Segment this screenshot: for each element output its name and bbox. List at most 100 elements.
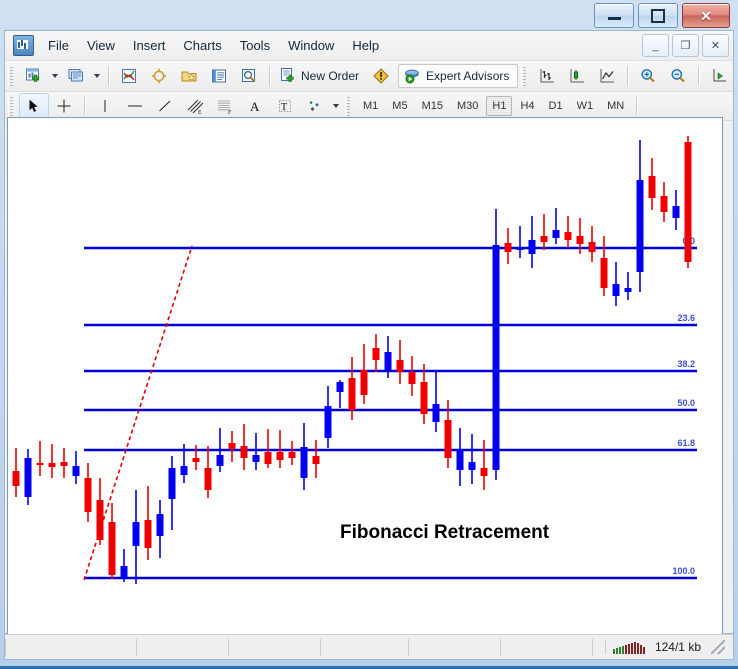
candle-body[interactable] xyxy=(144,520,152,548)
candle-body[interactable] xyxy=(468,462,476,470)
candle-body[interactable] xyxy=(672,206,680,218)
candle-body[interactable] xyxy=(192,458,200,462)
menu-item-window[interactable]: Window xyxy=(279,35,343,56)
toolbar-grip[interactable] xyxy=(521,66,529,86)
candle-body[interactable] xyxy=(648,176,656,198)
shapes-tool[interactable] xyxy=(300,93,330,119)
equidistant-channel-tool[interactable]: E xyxy=(180,93,210,119)
candle-body[interactable] xyxy=(180,466,188,475)
candle-body[interactable] xyxy=(108,522,116,575)
candle-body[interactable] xyxy=(564,232,572,240)
candle-body[interactable] xyxy=(504,243,512,252)
candle-body[interactable] xyxy=(216,455,224,466)
timeframe-mn[interactable]: MN xyxy=(601,96,630,116)
navigator-button[interactable] xyxy=(144,63,174,89)
candle-body[interactable] xyxy=(360,370,368,395)
market-watch-button[interactable] xyxy=(114,63,144,89)
crosshair-tool[interactable] xyxy=(49,93,79,119)
horizontal-line-tool[interactable] xyxy=(120,93,150,119)
candle-body[interactable] xyxy=(588,242,596,252)
candle-body[interactable] xyxy=(528,240,536,254)
candle-body[interactable] xyxy=(396,360,404,372)
candle-body[interactable] xyxy=(384,352,392,370)
menu-item-charts[interactable]: Charts xyxy=(174,35,230,56)
candle-body[interactable] xyxy=(492,245,500,470)
candle-body[interactable] xyxy=(684,142,692,262)
candle-body[interactable] xyxy=(600,258,608,288)
candle-body[interactable] xyxy=(540,236,548,242)
timeframe-m1[interactable]: M1 xyxy=(357,96,384,116)
mdi-restore-button[interactable]: ❐ xyxy=(672,34,699,57)
candle-body[interactable] xyxy=(12,471,20,486)
candle-body[interactable] xyxy=(312,456,320,464)
timeframe-m30[interactable]: M30 xyxy=(451,96,484,116)
candle-body[interactable] xyxy=(456,450,464,470)
candle-body[interactable] xyxy=(240,446,248,458)
candle-body[interactable] xyxy=(132,522,140,546)
candle-body[interactable] xyxy=(60,462,68,466)
text-label-tool[interactable]: T xyxy=(270,93,300,119)
candle-body[interactable] xyxy=(372,348,380,360)
menu-item-view[interactable]: View xyxy=(78,35,124,56)
text-tool[interactable]: A xyxy=(240,93,270,119)
cursor-tool[interactable] xyxy=(19,93,49,119)
zoom-out-button[interactable] xyxy=(663,63,693,89)
profiles-button[interactable] xyxy=(61,63,91,89)
candle-body[interactable] xyxy=(408,372,416,384)
candle-body[interactable] xyxy=(636,180,644,272)
trendline-tool[interactable] xyxy=(150,93,180,119)
timeframe-w1[interactable]: W1 xyxy=(571,96,600,116)
candle-body[interactable] xyxy=(612,284,620,296)
candle-body[interactable] xyxy=(420,382,428,414)
candle-body[interactable] xyxy=(336,382,344,392)
candle-body[interactable] xyxy=(120,566,128,578)
fibonacci-retracement-tool[interactable]: F xyxy=(210,93,240,119)
candle-body[interactable] xyxy=(84,478,92,512)
window-close-button[interactable]: ✕ xyxy=(682,3,730,28)
candle-body[interactable] xyxy=(288,452,296,458)
toolbar-grip[interactable] xyxy=(8,66,15,86)
resize-grip-icon[interactable] xyxy=(711,640,725,654)
auto-scroll-button[interactable] xyxy=(704,63,734,89)
timeframe-m15[interactable]: M15 xyxy=(416,96,449,116)
expert-advisors-button[interactable]: Expert Advisors xyxy=(398,64,519,88)
price-chart[interactable]: 0.023.638.250.061.8100.0Fibonacci Retrac… xyxy=(8,118,722,634)
bar-chart-button[interactable] xyxy=(532,63,562,89)
candle-body[interactable] xyxy=(432,404,440,422)
candle-body[interactable] xyxy=(36,463,44,465)
candle-body[interactable] xyxy=(300,447,308,478)
profiles-dropdown-caret[interactable] xyxy=(94,74,100,78)
candle-body[interactable] xyxy=(72,466,80,476)
candle-body[interactable] xyxy=(444,420,452,458)
chart-canvas[interactable]: 0.023.638.250.061.8100.0Fibonacci Retrac… xyxy=(7,117,723,635)
candle-body[interactable] xyxy=(516,248,524,250)
menu-item-help[interactable]: Help xyxy=(343,35,388,56)
candle-body[interactable] xyxy=(576,236,584,244)
mdi-minimize-button[interactable]: _ xyxy=(642,34,669,57)
candle-body[interactable] xyxy=(480,468,488,476)
vertical-line-tool[interactable] xyxy=(90,93,120,119)
candle-body[interactable] xyxy=(204,468,212,490)
window-maximize-button[interactable] xyxy=(638,3,678,28)
new-chart-dropdown-caret[interactable] xyxy=(52,74,58,78)
toolbar-grip[interactable] xyxy=(345,96,352,116)
data-window-button[interactable] xyxy=(174,63,204,89)
terminal-button[interactable] xyxy=(204,63,234,89)
toolbar-grip[interactable] xyxy=(8,96,15,116)
connection-signal-icon[interactable] xyxy=(604,640,645,654)
candle-body[interactable] xyxy=(252,455,260,462)
candle-body[interactable] xyxy=(228,443,236,449)
menu-item-insert[interactable]: Insert xyxy=(124,35,175,56)
menu-item-tools[interactable]: Tools xyxy=(231,35,279,56)
new-chart-button[interactable] xyxy=(19,63,49,89)
timeframe-h4[interactable]: H4 xyxy=(514,96,540,116)
timeframe-h1[interactable]: H1 xyxy=(486,96,513,116)
candle-body[interactable] xyxy=(264,452,272,464)
candlestick-chart-button[interactable] xyxy=(562,63,592,89)
candle-body[interactable] xyxy=(24,458,32,497)
candle-body[interactable] xyxy=(96,500,104,540)
window-minimize-button[interactable] xyxy=(594,3,634,28)
candle-body[interactable] xyxy=(552,230,560,238)
candle-body[interactable] xyxy=(624,288,632,292)
menu-item-file[interactable]: File xyxy=(39,35,78,56)
